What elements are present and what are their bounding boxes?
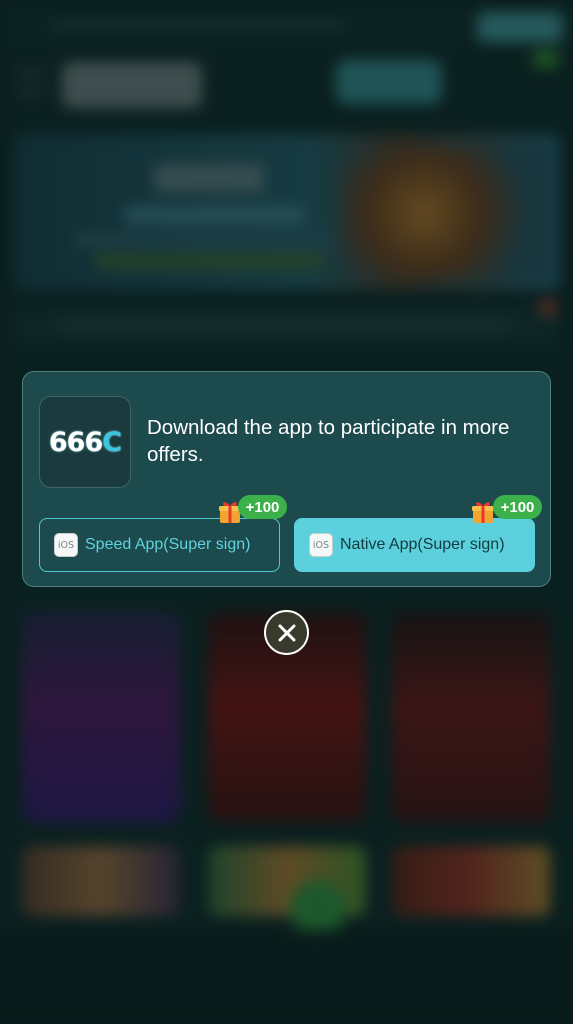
native-app-button[interactable]: iOS Native App(Super sign) +100 <box>294 495 542 572</box>
ios-icon: iOS <box>54 533 78 557</box>
ios-icon: iOS <box>309 533 333 557</box>
speed-app-button-label: Speed App(Super sign) <box>85 536 251 553</box>
close-icon <box>278 624 295 641</box>
app-logo-letter: C <box>102 426 122 458</box>
native-app-button-label: Native App(Super sign) <box>340 536 505 553</box>
app-logo-number: 666 <box>48 426 103 458</box>
bonus-badge: +100 <box>493 495 542 519</box>
modal-message: Download the app to participate in more … <box>147 416 510 466</box>
close-button[interactable] <box>264 610 309 655</box>
download-app-modal: 666C Download the app to participate in … <box>22 371 551 587</box>
bonus-badge: +100 <box>238 495 287 519</box>
gift-icon <box>472 502 494 523</box>
app-logo: 666C <box>39 396 131 488</box>
speed-app-button[interactable]: iOS Speed App(Super sign) +100 <box>39 495 287 572</box>
